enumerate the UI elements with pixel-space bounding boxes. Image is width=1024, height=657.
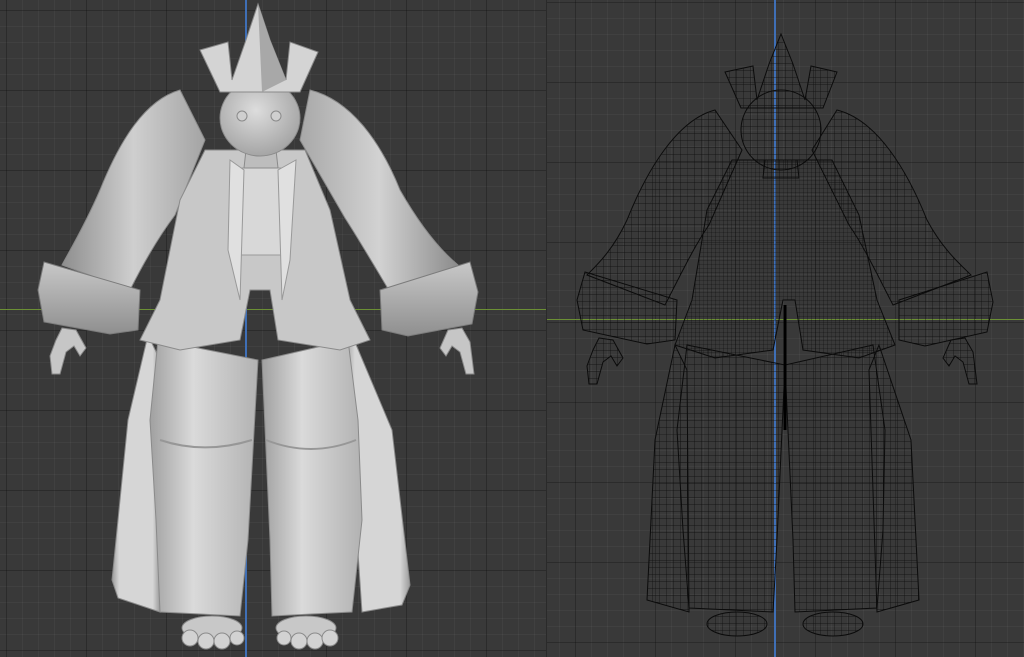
wire-feet (706, 611, 864, 637)
eye-right (270, 110, 282, 122)
wireframe-viewport[interactable] (547, 0, 1024, 657)
wire-crown (724, 32, 838, 109)
wire-leg-left (676, 344, 786, 613)
solid-shaded-viewport[interactable] (0, 0, 546, 657)
hand-right (439, 327, 475, 375)
wire-hand-left (586, 337, 624, 385)
eye-left (236, 110, 248, 122)
hand-left (49, 327, 87, 375)
leg-right (261, 339, 363, 617)
character-model-wireframe[interactable] (547, 0, 1024, 657)
wire-hand-right (942, 337, 978, 385)
chest (239, 167, 283, 256)
character-model-solid[interactable] (0, 0, 546, 657)
foot-left (181, 615, 245, 650)
wire-leg-right (784, 344, 886, 613)
crown-shade (258, 4, 286, 92)
leg-left (149, 339, 259, 617)
foot-right (275, 615, 339, 650)
